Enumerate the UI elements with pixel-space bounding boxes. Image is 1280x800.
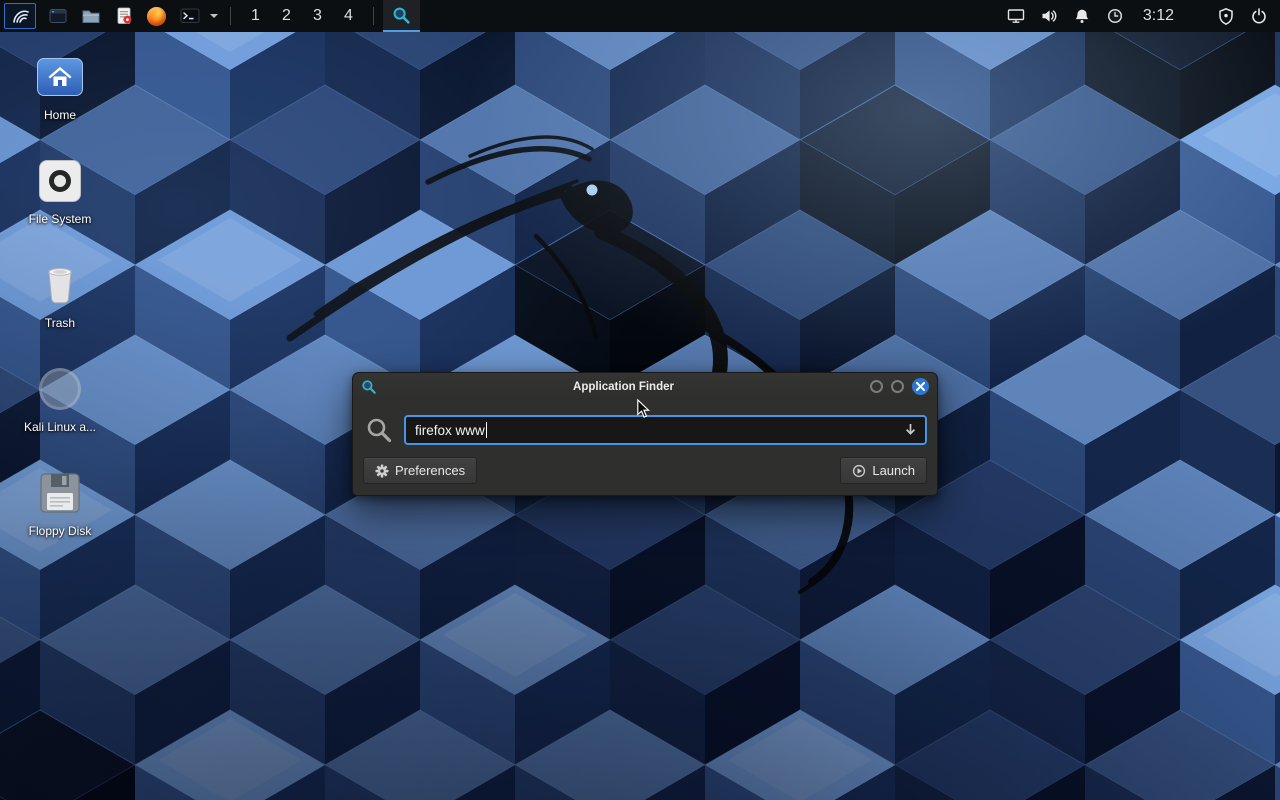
launcher-window-app[interactable] xyxy=(41,0,74,32)
launcher-terminal[interactable] xyxy=(173,0,206,32)
preferences-label: Preferences xyxy=(395,463,465,478)
desktop-icon-label: Kali Linux a... xyxy=(10,420,110,434)
text-editor-icon xyxy=(114,6,134,26)
power-tray-button[interactable] xyxy=(1250,7,1268,25)
floppy-disk-icon xyxy=(39,472,81,514)
desktop-icon-label: File System xyxy=(10,212,110,226)
workspace-2[interactable]: 2 xyxy=(271,0,302,32)
search-input[interactable]: firefox www xyxy=(404,415,927,445)
titlebar[interactable]: Application Finder xyxy=(353,373,937,400)
launcher-file-manager[interactable] xyxy=(74,0,107,32)
desktop-icon-label: Home xyxy=(10,108,110,122)
display-tray-button[interactable] xyxy=(1007,7,1025,25)
application-finder-icon xyxy=(392,6,411,25)
launch-icon xyxy=(852,464,866,478)
desktop-icon-kali-docs[interactable]: Kali Linux a... xyxy=(10,364,110,434)
system-tray: 3:12 xyxy=(1007,0,1280,32)
kali-docs-icon xyxy=(39,368,81,410)
preferences-button[interactable]: Preferences xyxy=(363,457,477,484)
terminal-icon xyxy=(180,6,200,26)
desktop: 1 2 3 4 xyxy=(0,0,1280,800)
volume-icon xyxy=(1040,7,1058,25)
clock-tray-button[interactable] xyxy=(1106,7,1124,25)
desktop-icon-floppy-disk[interactable]: Floppy Disk xyxy=(10,468,110,538)
firefox-icon xyxy=(147,7,166,26)
text-caret xyxy=(486,422,488,438)
security-tray-button[interactable] xyxy=(1217,7,1235,25)
launcher-bar xyxy=(41,0,221,32)
home-folder-icon xyxy=(37,58,83,96)
close-icon xyxy=(916,382,925,391)
gear-icon xyxy=(375,464,389,478)
kali-logo-icon xyxy=(10,6,30,26)
panel-clock[interactable]: 3:12 xyxy=(1143,7,1174,25)
search-icon xyxy=(365,416,393,444)
dialog-body: firefox www xyxy=(353,400,937,495)
power-icon xyxy=(1250,7,1268,25)
search-row: firefox www xyxy=(363,409,927,445)
launcher-text-editor[interactable] xyxy=(107,0,140,32)
workspace-1[interactable]: 1 xyxy=(240,0,271,32)
file-manager-icon xyxy=(81,6,101,26)
display-icon xyxy=(1007,7,1025,25)
expand-results-button[interactable] xyxy=(903,422,918,442)
workspace-switcher: 1 2 3 4 xyxy=(240,0,364,32)
panel-separator xyxy=(373,7,374,25)
application-finder-icon xyxy=(361,379,377,395)
launch-label: Launch xyxy=(872,463,915,478)
shield-icon xyxy=(1217,7,1235,25)
clock-icon xyxy=(1106,7,1124,25)
minimize-button[interactable] xyxy=(870,380,883,393)
desktop-icon-label: Floppy Disk xyxy=(10,524,110,538)
volume-tray-button[interactable] xyxy=(1040,7,1058,25)
launch-button[interactable]: Launch xyxy=(840,457,927,484)
top-panel: 1 2 3 4 xyxy=(0,0,1280,32)
window-title: Application Finder xyxy=(385,381,862,393)
desktop-icon-file-system[interactable]: File System xyxy=(10,156,110,226)
applications-menu-button[interactable] xyxy=(4,3,36,29)
desktop-icon-label: Trash xyxy=(10,316,110,330)
notifications-bell-icon xyxy=(1073,7,1091,25)
search-input-value: firefox www xyxy=(415,423,485,438)
taskbar-item-application-finder[interactable] xyxy=(383,0,420,32)
notifications-tray-button[interactable] xyxy=(1073,7,1091,25)
panel-separator xyxy=(230,7,231,25)
desktop-icon-home[interactable]: Home xyxy=(10,52,110,122)
close-button[interactable] xyxy=(912,378,929,395)
button-row: Preferences Launch xyxy=(363,457,927,484)
workspace-4[interactable]: 4 xyxy=(333,0,364,32)
application-finder-window: Application Finder firefox www xyxy=(352,372,938,496)
chevron-down-icon xyxy=(210,14,218,22)
maximize-button[interactable] xyxy=(891,380,904,393)
workspace-3[interactable]: 3 xyxy=(302,0,333,32)
down-arrow-icon xyxy=(903,422,918,437)
launcher-terminal-dropdown[interactable] xyxy=(206,0,221,32)
trash-icon xyxy=(41,263,79,307)
file-system-icon xyxy=(39,160,81,202)
window-app-icon xyxy=(48,6,68,26)
launcher-firefox[interactable] xyxy=(140,0,173,32)
desktop-icon-trash[interactable]: Trash xyxy=(10,260,110,330)
